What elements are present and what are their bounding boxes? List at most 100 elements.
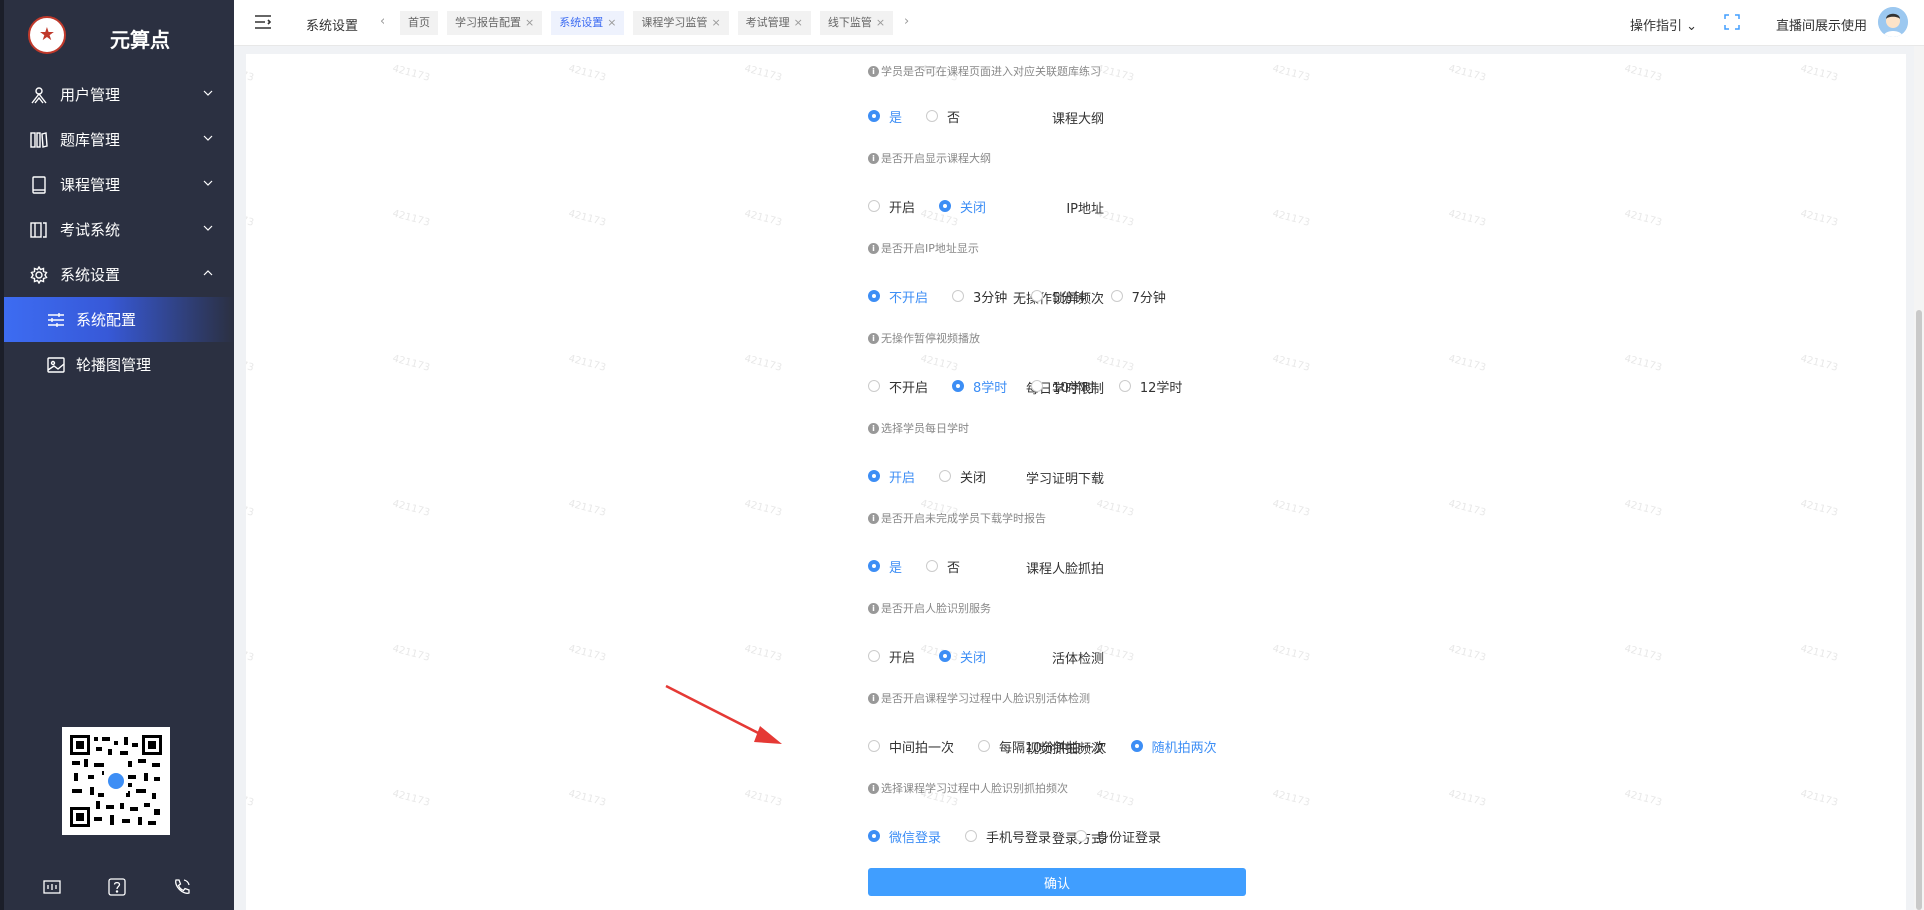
radio-option[interactable]: 不开启 (868, 376, 928, 396)
guide-dropdown[interactable]: 操作指引 ⌄ (1630, 15, 1697, 34)
radio-unchecked[interactable] (868, 650, 880, 662)
radio-checked[interactable] (868, 830, 880, 842)
radio-checked[interactable] (939, 650, 952, 662)
close-icon[interactable]: × (876, 16, 885, 29)
radio-checked[interactable] (1130, 740, 1143, 752)
sidebar-item-courses[interactable]: 课程管理 (0, 162, 234, 207)
radio-checked[interactable] (952, 380, 965, 392)
tabs-scroll-right-icon[interactable]: › (904, 14, 909, 29)
radio-label: 随机拍两次 (1151, 740, 1217, 756)
sidebar-item-settings[interactable]: 系统设置 (0, 252, 234, 297)
radio-option[interactable]: 8学时 (952, 376, 1007, 396)
sidebar-item-carousel[interactable]: 轮播图管理 (0, 342, 234, 387)
radio-option[interactable]: 10学时 (1031, 376, 1095, 396)
fullscreen-icon[interactable] (1724, 14, 1740, 30)
radio-unchecked[interactable] (926, 110, 939, 122)
radio-label: 开启 (889, 470, 916, 486)
radio-option[interactable]: 12学时 (1118, 376, 1182, 396)
gear-icon (28, 264, 50, 286)
radio-option[interactable]: 开启 (868, 466, 915, 486)
watermark: 421173 (391, 498, 431, 519)
tabs-scroll-left-icon[interactable]: ‹ (380, 14, 385, 29)
radio-option[interactable]: 手机号登录 (965, 826, 1051, 846)
radio-option[interactable]: 7分钟 (1110, 286, 1166, 306)
close-icon[interactable]: × (711, 16, 720, 29)
sidebar-item-exams[interactable]: 考试系统 (0, 207, 234, 252)
radio-group: 微信登录 手机号登录 身份证登录 (868, 826, 1185, 846)
chevron-down-icon (203, 135, 213, 141)
radio-checked[interactable] (939, 200, 952, 212)
radio-option[interactable]: 中间拍一次 (868, 736, 954, 756)
watermark: 421173 (1799, 63, 1839, 84)
radio-option[interactable]: 开启 (868, 196, 915, 216)
form-row-ip-address: IP地址 开启 关闭 (246, 196, 1906, 217)
console-icon[interactable] (41, 876, 63, 898)
menu-toggle-icon[interactable] (254, 14, 272, 30)
sidebar-item-question-bank[interactable]: 题库管理 (0, 117, 234, 162)
close-icon[interactable]: × (794, 16, 803, 29)
close-icon[interactable]: × (525, 16, 534, 29)
radio-unchecked[interactable] (868, 380, 880, 392)
radio-unchecked[interactable] (868, 740, 880, 752)
radio-checked[interactable] (868, 560, 880, 572)
radio-label: 是 (889, 110, 903, 126)
radio-option[interactable]: 是 (868, 106, 902, 126)
watermark: 421173 (1271, 353, 1311, 374)
radio-option[interactable]: 是 (868, 556, 902, 576)
close-icon[interactable]: × (607, 16, 616, 29)
radio-option[interactable]: 关闭 (939, 196, 986, 216)
image-icon (46, 355, 66, 375)
phone-icon[interactable] (171, 876, 193, 898)
radio-checked[interactable] (868, 290, 880, 302)
radio-option[interactable]: 关闭 (939, 646, 986, 666)
radio-unchecked[interactable] (978, 740, 991, 752)
radio-label: 8学时 (973, 380, 1008, 396)
radio-option[interactable]: 身份证登录 (1075, 826, 1161, 846)
radio-option[interactable]: 否 (926, 106, 960, 126)
tab-bar: 首页 学习报告配置 × 系统设置 × 课程学习监管 × 考试管理 × 线下监管 × (400, 11, 902, 35)
avatar[interactable] (1878, 7, 1908, 37)
radio-unchecked[interactable] (868, 200, 880, 212)
radio-unchecked[interactable] (1110, 290, 1123, 302)
tab-offline-supervision[interactable]: 线下监管 × (819, 11, 894, 35)
sidebar-item-users[interactable]: 用户管理 (0, 72, 234, 117)
radio-option[interactable]: 每隔10分钟拍一次 (978, 736, 1107, 756)
chevron-down-icon (203, 180, 213, 186)
radio-option[interactable]: 关闭 (939, 466, 986, 486)
tab-label: 系统设置 (559, 16, 604, 29)
user-name[interactable]: 直播间展示使用 (1776, 15, 1867, 34)
radio-checked[interactable] (868, 470, 880, 482)
watermark: 421173 (1623, 498, 1663, 519)
radio-unchecked[interactable] (965, 830, 978, 842)
sidebar-bottom-toolbar (0, 872, 234, 902)
radio-unchecked[interactable] (1031, 380, 1044, 392)
tab-home[interactable]: 首页 (400, 11, 438, 35)
radio-option[interactable]: 开启 (868, 646, 915, 666)
sidebar-item-system-config[interactable]: 系统配置 (4, 297, 234, 342)
radio-unchecked[interactable] (1118, 380, 1131, 392)
radio-option[interactable]: 微信登录 (868, 826, 941, 846)
field-hint: i 选择学员每日学时 (868, 420, 969, 436)
tab-exam-management[interactable]: 考试管理 × (737, 11, 811, 35)
radio-option[interactable]: 5分钟 (1031, 286, 1087, 306)
radio-option[interactable]: 不开启 (868, 286, 928, 306)
confirm-button[interactable]: 确认 (868, 868, 1246, 896)
radio-checked[interactable] (868, 110, 880, 122)
logo[interactable]: ★ (28, 16, 66, 54)
tab-label: 课程学习监管 (641, 16, 708, 29)
tab-course-supervision[interactable]: 课程学习监管 × (633, 11, 729, 35)
radio-option[interactable]: 随机拍两次 (1130, 736, 1217, 756)
radio-unchecked[interactable] (1031, 290, 1044, 302)
radio-unchecked[interactable] (939, 470, 952, 482)
scrollbar-thumb[interactable] (1916, 310, 1922, 910)
watermark: 421173 (1447, 63, 1487, 84)
form-row-video-capture-frequency: 视频抓拍频次 中间拍一次 每隔10分钟拍一次 随机拍两次 (246, 736, 1906, 757)
radio-unchecked[interactable] (1075, 830, 1088, 842)
radio-unchecked[interactable] (926, 560, 939, 572)
radio-option[interactable]: 3分钟 (952, 286, 1007, 306)
tab-system-settings[interactable]: 系统设置 × (551, 11, 625, 35)
help-icon[interactable] (106, 876, 128, 898)
tab-study-report-config[interactable]: 学习报告配置 × (447, 11, 543, 35)
radio-unchecked[interactable] (952, 290, 965, 302)
radio-option[interactable]: 否 (926, 556, 960, 576)
